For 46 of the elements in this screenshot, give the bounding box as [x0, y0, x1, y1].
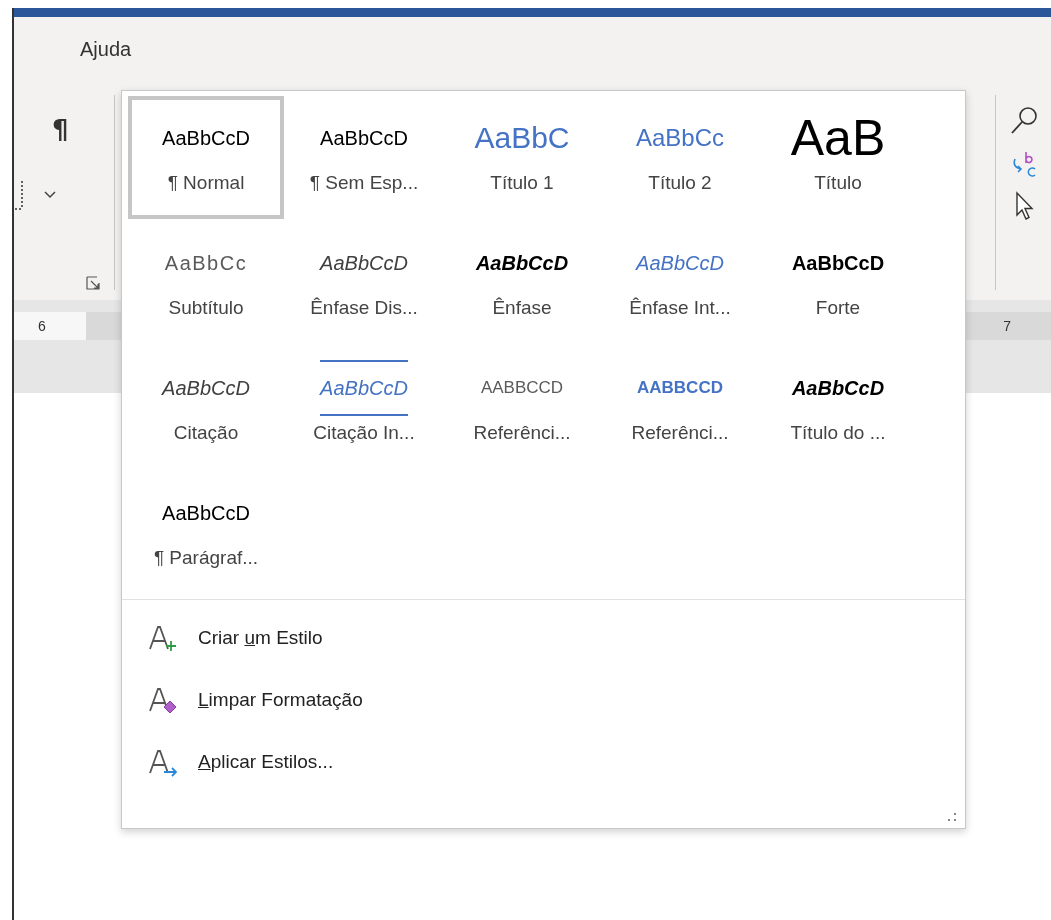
style-preview: AaBbCc: [164, 250, 248, 276]
style-name: ¶ Parágraf...: [153, 547, 259, 569]
style-preview: AABBCCD: [480, 377, 564, 399]
new-style-icon: [148, 623, 178, 653]
style-name: Ênfase Dis...: [310, 297, 418, 319]
style-name: ¶ Normal: [167, 172, 245, 194]
style-name: Título 2: [648, 172, 712, 194]
style-preview: AaBbCcD: [162, 125, 250, 151]
style-preview: AaBbCcD: [320, 125, 408, 151]
ruler-number: 7: [1002, 317, 1012, 336]
style-name: Referênci...: [631, 422, 729, 444]
style-name: Citação In...: [313, 422, 415, 444]
ruler-number: 6: [14, 312, 86, 340]
style-preview: AaBbCcD: [162, 375, 250, 401]
style-preview: AaBbCcD: [320, 250, 408, 276]
style-name: Título 1: [490, 172, 554, 194]
eraser-icon: [148, 685, 178, 715]
style-name: Citação: [173, 422, 239, 444]
style-preview: AaBbCcD: [162, 500, 250, 526]
style-preview: AaBbCc: [635, 123, 724, 153]
style-preview: AaBbCcD: [475, 250, 569, 276]
style-preview: AaBbCcD: [636, 250, 724, 276]
style-preview: AaBbC: [474, 120, 570, 156]
style-preview: AABBCCD: [637, 377, 723, 399]
style-name: ¶ Sem Esp...: [309, 172, 419, 194]
style-preview: AaBbCcD: [791, 250, 885, 276]
style-name: Forte: [815, 297, 861, 319]
style-name: Subtítulo: [168, 297, 244, 319]
style-tile[interactable]: AaBbCcD ¶ Normal: [128, 96, 284, 219]
resize-grip-icon[interactable]: [947, 812, 957, 822]
style-name: Ênfase: [492, 297, 552, 319]
apply-styles-icon: [148, 747, 178, 777]
style-name: Título do ...: [790, 422, 886, 444]
menu-item[interactable]: Aplicar Estilos...: [148, 738, 334, 786]
dialog-launcher-icon[interactable]: [86, 276, 100, 290]
chevron-down-icon[interactable]: [44, 191, 56, 199]
style-preview: AaBbCcD: [320, 360, 408, 416]
ribbon-tab[interactable]: Ajuda: [80, 34, 132, 68]
style-preview: AaB: [790, 110, 886, 166]
style-preview: AaBbCcD: [791, 375, 885, 401]
show-formatting-button[interactable]: ¶: [48, 113, 73, 147]
style-name: Ênfase Int...: [629, 297, 731, 319]
style-name: Título: [814, 172, 862, 194]
style-name: Referênci...: [473, 422, 571, 444]
menu-item[interactable]: Limpar Formatação: [148, 676, 363, 724]
menu-item[interactable]: Criar um Estilo: [148, 614, 323, 662]
